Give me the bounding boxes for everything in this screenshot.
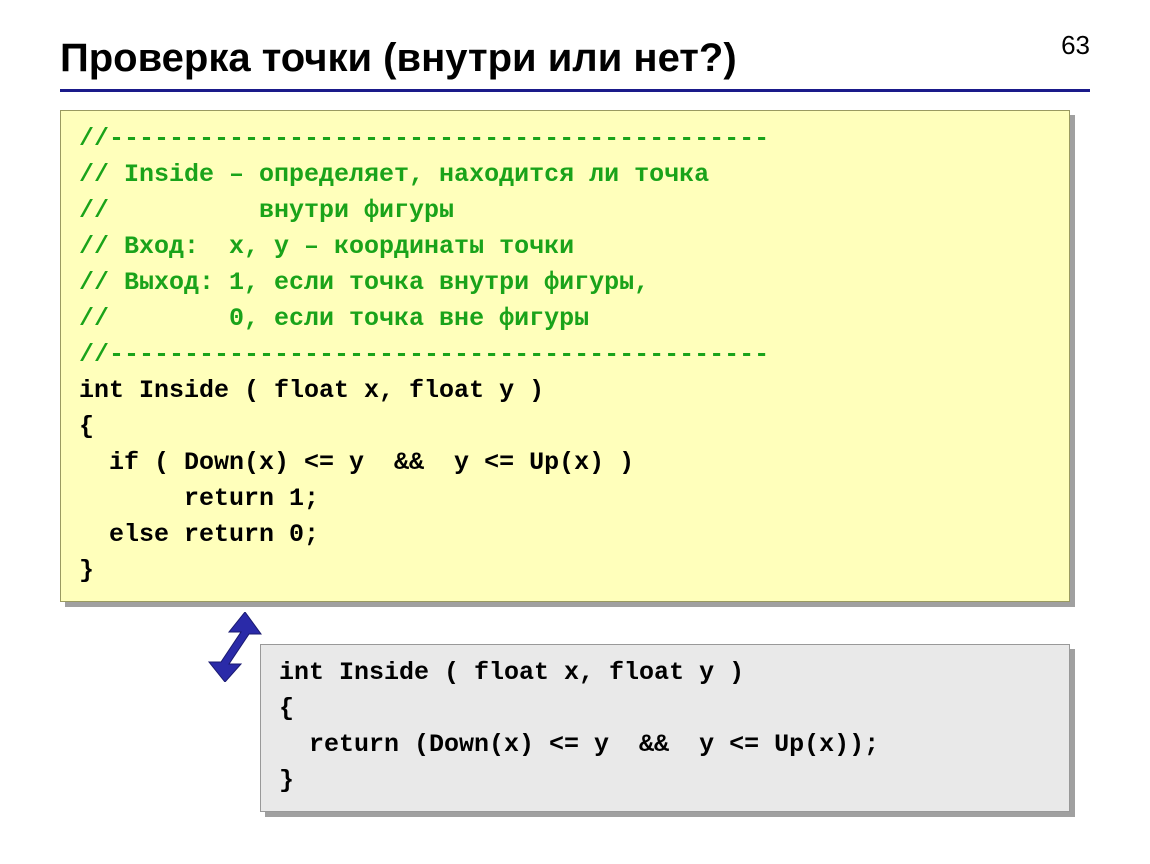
double-arrow-icon	[205, 612, 265, 682]
code-comment: //--------------------------------------…	[79, 124, 769, 369]
page-number: 63	[1061, 30, 1090, 61]
code-block-main: //--------------------------------------…	[60, 110, 1070, 602]
code-body: int Inside ( float x, float y ) { if ( D…	[79, 376, 634, 585]
code-block-alt: int Inside ( float x, float y ) { return…	[260, 644, 1070, 812]
title-rule	[60, 89, 1090, 92]
code-body-alt: int Inside ( float x, float y ) { return…	[279, 658, 879, 795]
code-block-alt-wrapper: int Inside ( float x, float y ) { return…	[260, 644, 1070, 812]
slide: 63 Проверка точки (внутри или нет?) //--…	[0, 0, 1150, 864]
slide-title: Проверка точки (внутри или нет?)	[60, 36, 1090, 81]
